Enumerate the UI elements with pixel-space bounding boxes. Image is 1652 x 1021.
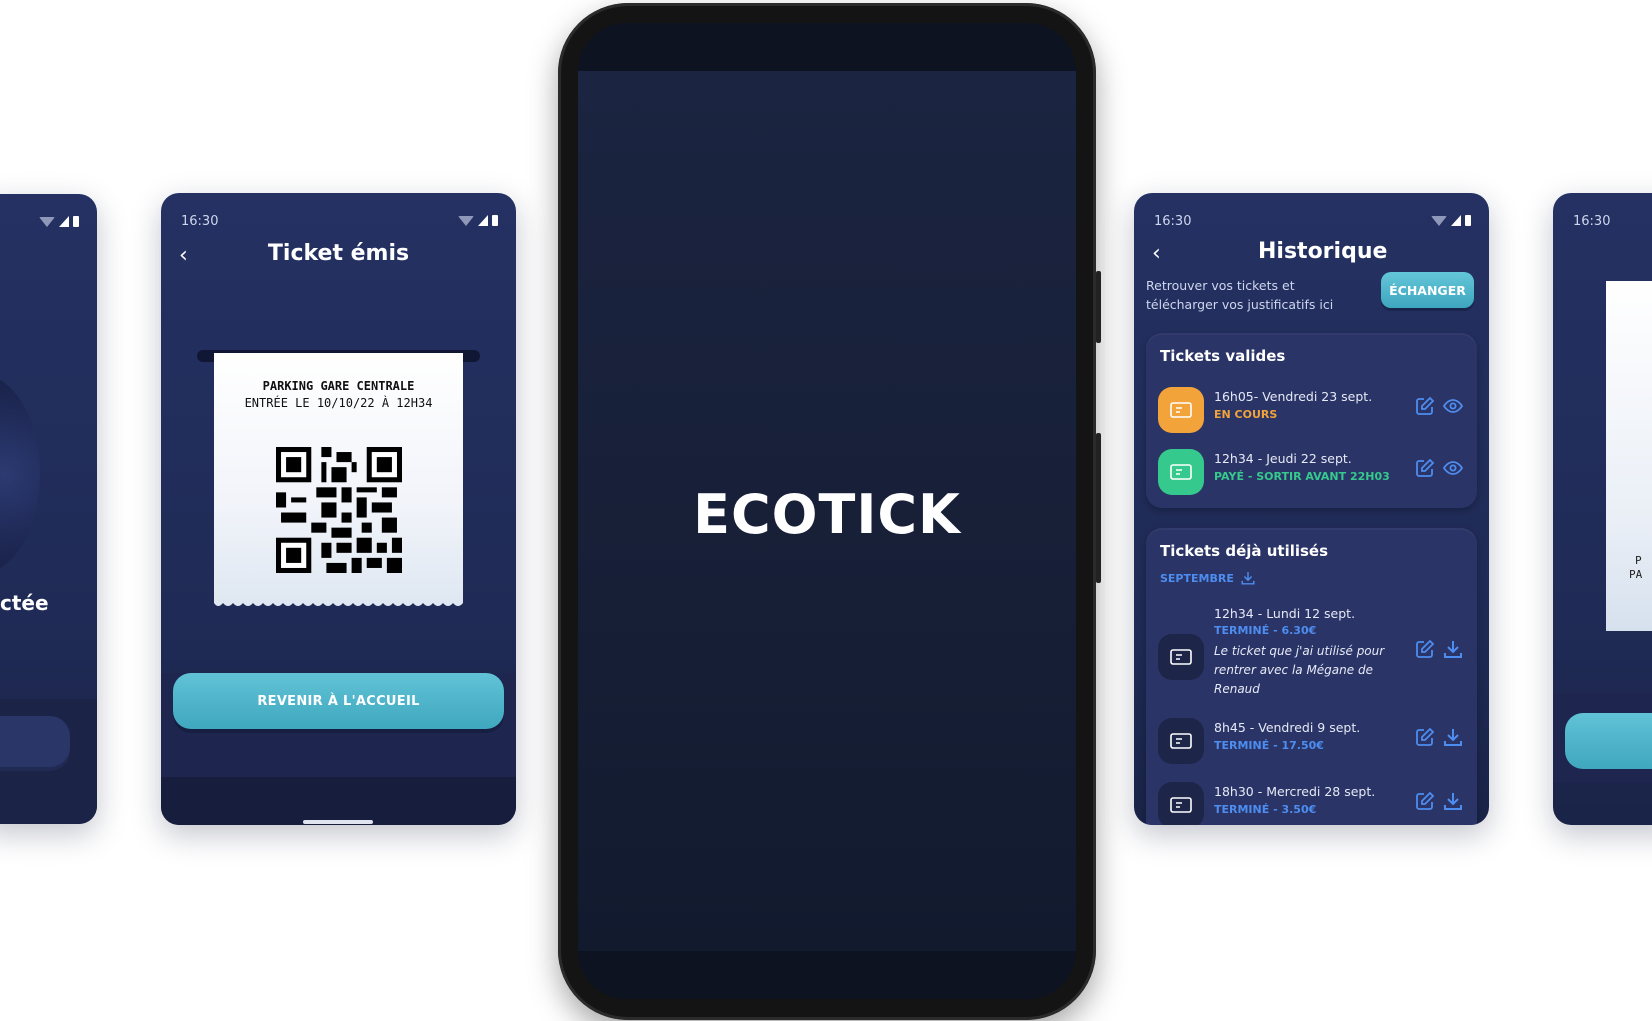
ticket-status: TERMINÉ - 17.50€ [1214, 739, 1324, 752]
ticket-icon [1158, 634, 1204, 680]
history-screen: 16:30 ‹ Historique Retrouver vos tickets… [1134, 193, 1489, 825]
eye-icon[interactable] [1442, 457, 1464, 479]
status-time: 16:30 [1154, 214, 1192, 229]
battery-icon [1465, 215, 1471, 226]
phone-top-bezel [578, 23, 1076, 71]
wifi-icon [458, 216, 474, 226]
status-icons [1431, 215, 1471, 226]
download-icon[interactable] [1240, 570, 1256, 586]
status-icons [458, 215, 498, 226]
list-item[interactable]: 8h45 - Vendredi 9 sept. TERMINÉ - 17.50€ [1158, 712, 1467, 768]
status-time: 16:30 [1573, 214, 1611, 229]
edit-icon[interactable] [1414, 790, 1436, 812]
receipt-line-2: PA [1629, 568, 1643, 581]
right-partial-screen: 16:30 P PA [1553, 193, 1652, 825]
ticket-date: 12h34 - Jeudi 22 sept. [1214, 451, 1352, 466]
list-item[interactable]: 12h34 - Lundi 12 sept. TERMINÉ - 6.30€ L… [1158, 606, 1467, 706]
ticket-status: TERMINÉ - 6.30€ [1214, 624, 1317, 637]
signal-icon [59, 216, 69, 227]
power-button [1096, 433, 1101, 583]
ticket-date: 12h34 - Lundi 12 sept. [1214, 606, 1356, 621]
volume-button [1096, 271, 1101, 343]
ticket-date: 16h05- Vendredi 23 sept. [1214, 389, 1373, 404]
app-logo: ECOTICK [693, 483, 961, 546]
battery-icon [492, 215, 498, 226]
back-to-home-button[interactable]: REVENIR À L'ACCUEIL [173, 673, 504, 729]
ticket-status: PAYÉ - SORTIR AVANT 22H03 [1214, 470, 1390, 483]
page-title: Ticket émis [267, 241, 410, 266]
partial-button[interactable] [0, 716, 70, 771]
footer-bar [161, 777, 516, 825]
edit-icon[interactable] [1414, 457, 1436, 479]
edit-icon[interactable] [1414, 395, 1436, 417]
list-item[interactable]: 18h30 - Mercredi 28 sept. TERMINÉ - 3.50… [1158, 776, 1467, 825]
receipt-line-1: P [1635, 554, 1642, 567]
ticket-icon [1158, 718, 1204, 764]
wifi-icon [1431, 216, 1447, 226]
ticket-icon [1158, 387, 1204, 433]
page-title: Historique [1258, 239, 1388, 264]
map-circle [0, 374, 40, 574]
ticket-icon [1158, 782, 1204, 825]
month-label: SEPTEMBRE [1160, 571, 1234, 585]
ticket-issued-screen: 16:30 ‹ Ticket émis PARKING GARE CENTRAL… [161, 193, 516, 825]
download-icon[interactable] [1442, 790, 1464, 812]
status-bar: 16:30 [1134, 193, 1489, 233]
left-partial-screen: ctée [0, 194, 97, 824]
edit-icon[interactable] [1414, 726, 1436, 748]
month-filter[interactable]: SEPTEMBRE [1160, 570, 1256, 586]
history-subtitle: Retrouver vos tickets et télécharger vos… [1146, 278, 1334, 312]
battery-icon [73, 216, 79, 227]
signal-icon [478, 215, 488, 226]
status-bar: 16:30 [161, 193, 516, 233]
status-bar: 16:30 [1553, 193, 1652, 233]
eye-icon[interactable] [1442, 395, 1464, 417]
status-icons [39, 216, 79, 227]
home-indicator [303, 820, 373, 824]
phone-bottom-bezel [578, 951, 1076, 999]
download-icon[interactable] [1442, 638, 1464, 660]
exchange-button[interactable]: ÉCHANGER [1381, 272, 1474, 308]
ticket-receipt: PARKING GARE CENTRALE ENTRÉE LE 10/10/22… [214, 353, 463, 606]
ticket-icon [1158, 449, 1204, 495]
list-item[interactable]: 16h05- Vendredi 23 sept. EN COURS [1158, 381, 1467, 437]
section-title: Tickets déjà utilisés [1160, 542, 1329, 560]
used-tickets-card: Tickets déjà utilisés SEPTEMBRE 12h34 - … [1146, 528, 1477, 825]
edit-icon[interactable] [1414, 638, 1436, 660]
status-time: 16:30 [181, 214, 219, 229]
signal-icon [1451, 215, 1461, 226]
back-chevron-icon[interactable]: ‹ [1152, 241, 1161, 266]
download-icon[interactable] [1442, 726, 1464, 748]
list-item[interactable]: 12h34 - Jeudi 22 sept. PAYÉ - SORTIR AVA… [1158, 443, 1467, 499]
partial-button[interactable] [1565, 713, 1652, 769]
section-title: Tickets valides [1160, 347, 1286, 365]
ticket-note: Le ticket que j'ai utilisé pour rentrer … [1214, 644, 1385, 696]
ticket-status: TERMINÉ - 3.50€ [1214, 803, 1317, 816]
valid-tickets-card: Tickets valides 16h05- Vendredi 23 sept.… [1146, 333, 1477, 508]
phone-frame: ECOTICK [558, 3, 1101, 1020]
qr-code-icon [276, 447, 402, 573]
receipt-line-2: ENTRÉE LE 10/10/22 À 12H34 [244, 396, 433, 410]
ticket-status: EN COURS [1214, 408, 1278, 421]
ticket-date: 18h30 - Mercredi 28 sept. [1214, 784, 1376, 799]
receipt-tear-edge [214, 599, 463, 606]
partial-label: ctée [0, 591, 49, 615]
wifi-icon [39, 217, 55, 227]
receipt-line-1: PARKING GARE CENTRALE [262, 379, 415, 393]
ticket-date: 8h45 - Vendredi 9 sept. [1214, 720, 1361, 735]
